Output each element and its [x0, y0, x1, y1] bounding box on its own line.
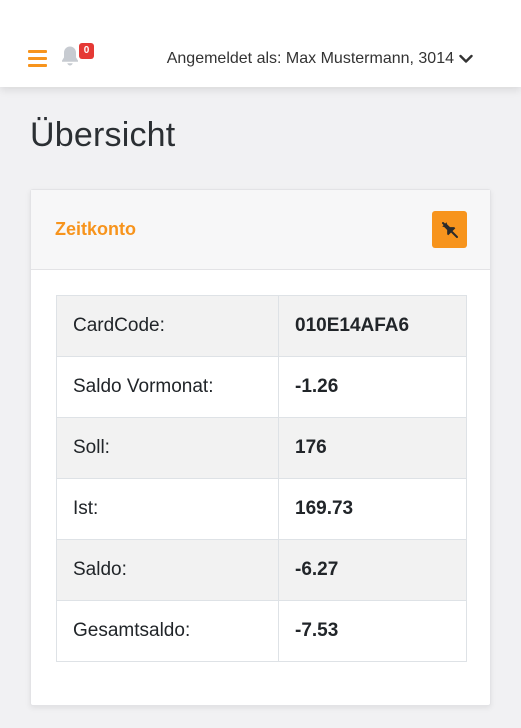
table-row: Soll: 176	[56, 417, 467, 479]
zeitkonto-card: Zeitkonto CardCode: 010E14AFA6 Saldo Vor…	[30, 189, 491, 706]
unpin-icon	[441, 221, 458, 238]
row-label: CardCode:	[56, 295, 279, 357]
table-row: CardCode: 010E14AFA6	[56, 295, 467, 357]
row-label: Ist:	[56, 478, 279, 540]
row-value: -7.53	[278, 600, 467, 662]
unpin-button[interactable]	[432, 211, 467, 248]
logged-in-user-label: Angemeldet als: Max Mustermann, 3014	[166, 50, 454, 67]
table-row: Ist: 169.73	[56, 478, 467, 540]
row-label: Gesamtsaldo:	[56, 600, 279, 662]
row-value: 010E14AFA6	[278, 295, 467, 357]
card-title: Zeitkonto	[55, 219, 136, 239]
row-label: Soll:	[56, 417, 279, 479]
row-value: 169.73	[278, 478, 467, 540]
row-value: 176	[278, 417, 467, 479]
table-row: Gesamtsaldo: -7.53	[56, 600, 467, 662]
card-header: Zeitkonto	[31, 190, 490, 270]
top-navbar: 0 Angemeldet als: Max Mustermann, 3014	[0, 0, 521, 87]
row-value: -6.27	[278, 539, 467, 601]
chevron-down-icon	[459, 54, 473, 63]
notification-count-badge: 0	[79, 43, 94, 59]
user-menu-dropdown[interactable]: Angemeldet als: Max Mustermann, 3014	[167, 50, 473, 68]
bell-icon[interactable]	[60, 45, 80, 67]
hamburger-menu-icon[interactable]	[28, 50, 47, 67]
row-label: Saldo:	[56, 539, 279, 601]
table-row: Saldo: -6.27	[56, 539, 467, 601]
page-title: Übersicht	[30, 116, 176, 154]
table-row: Saldo Vormonat: -1.26	[56, 356, 467, 418]
zeitkonto-table: CardCode: 010E14AFA6 Saldo Vormonat: -1.…	[56, 295, 467, 662]
row-label: Saldo Vormonat:	[56, 356, 279, 418]
row-value: -1.26	[278, 356, 467, 418]
